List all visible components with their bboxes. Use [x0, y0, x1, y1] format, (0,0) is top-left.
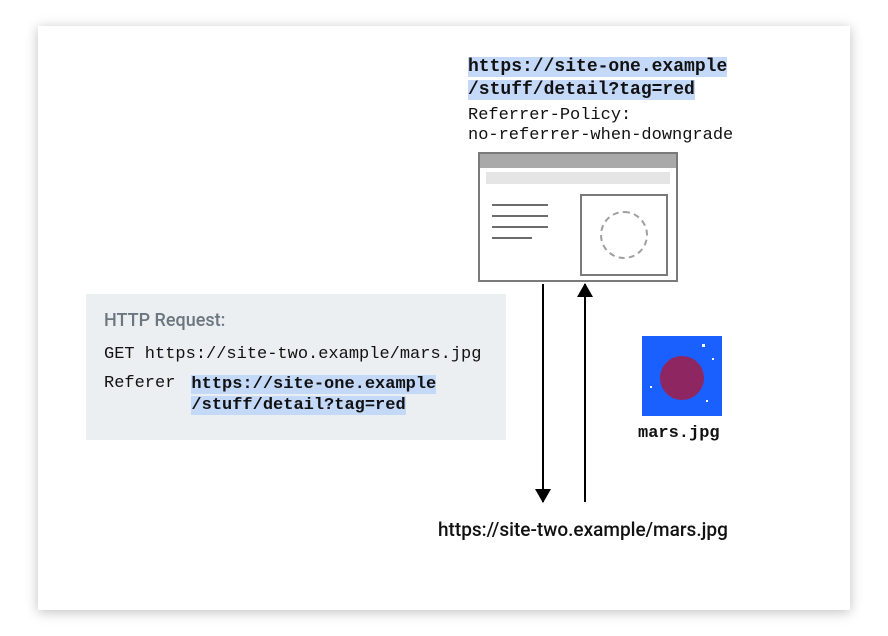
- target-url: https://site-two.example/mars.jpg: [438, 518, 728, 541]
- browser-body: [480, 190, 676, 284]
- referrer-policy-text: Referrer-Policy: no-referrer-when-downgr…: [468, 106, 733, 147]
- browser-window-illustration: [478, 152, 678, 282]
- request-referer-row: Referer https://site-one.example /stuff/…: [104, 374, 488, 417]
- star-icon: [712, 358, 714, 360]
- mars-image-illustration: [642, 336, 722, 416]
- planet-icon: [660, 356, 704, 400]
- origin-url: https://site-one.example /stuff/detail?t…: [468, 56, 727, 101]
- star-icon: [702, 344, 705, 347]
- image-placeholder-icon: [600, 211, 648, 259]
- browser-text-lines: [492, 204, 548, 248]
- arrow-response-up: [584, 284, 586, 502]
- browser-urlbar: [486, 172, 670, 184]
- browser-image-frame: [580, 194, 668, 276]
- referer-url-line1: https://site-one.example: [191, 375, 436, 394]
- browser-titlebar: [480, 154, 676, 168]
- star-icon: [650, 386, 652, 388]
- star-icon: [706, 400, 708, 402]
- diagram-canvas: https://site-one.example /stuff/detail?t…: [38, 26, 850, 610]
- http-request-box: HTTP Request: GET https://site-two.examp…: [86, 294, 506, 440]
- origin-url-line2: /stuff/detail?tag=red: [468, 80, 695, 100]
- referer-url-line2: /stuff/detail?tag=red: [191, 396, 405, 415]
- request-get-line: GET https://site-two.example/mars.jpg: [104, 345, 488, 364]
- mars-image-label: mars.jpg: [638, 424, 720, 443]
- request-title: HTTP Request:: [104, 310, 488, 331]
- arrow-request-down: [542, 284, 544, 502]
- referer-label: Referer: [104, 374, 175, 393]
- origin-url-line1: https://site-one.example: [468, 57, 727, 77]
- referer-url: https://site-one.example /stuff/detail?t…: [191, 374, 436, 417]
